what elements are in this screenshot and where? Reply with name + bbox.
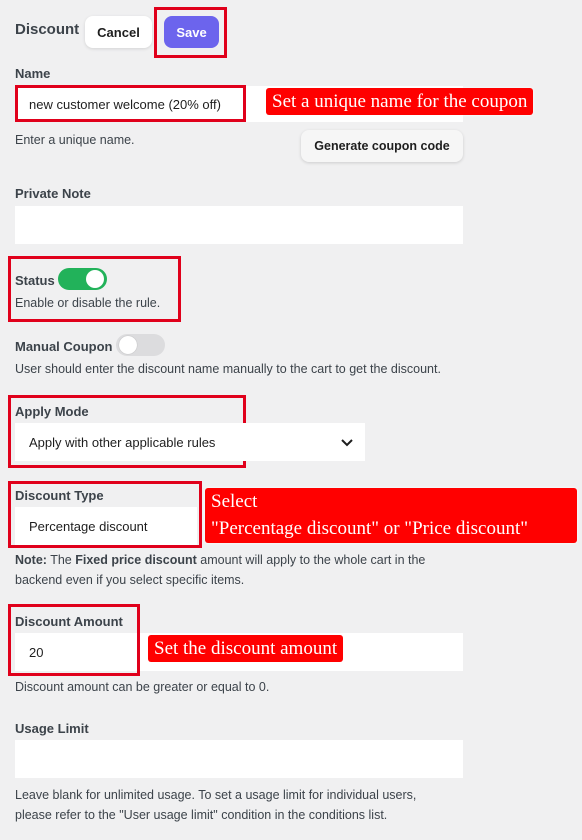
callout-line: Select — [211, 491, 258, 512]
page-title: Discount — [15, 21, 80, 38]
usage-limit-label: Usage Limit — [15, 721, 89, 736]
apply-mode-value: Apply with other applicable rules — [29, 434, 216, 450]
note-text: The — [46, 553, 76, 567]
save-highlight-box — [154, 7, 227, 58]
usage-limit-help-line: please refer to the "User usage limit" c… — [15, 808, 388, 822]
name-callout: Set a unique name for the coupon — [266, 88, 534, 115]
status-help: Enable or disable the rule. — [15, 296, 161, 310]
fixed-price-note: Note: The Fixed price discount amount wi… — [15, 550, 455, 590]
name-highlight-box — [15, 85, 246, 122]
note-line2: backend even if you select specific item… — [15, 573, 245, 587]
usage-limit-input[interactable] — [15, 740, 463, 778]
usage-limit-help: Leave blank for unlimited usage. To set … — [15, 785, 416, 825]
manual-coupon-label: Manual Coupon — [15, 339, 113, 354]
chevron-down-icon — [341, 439, 353, 447]
usage-limit-help-line: Leave blank for unlimited usage. To set … — [15, 788, 417, 802]
toggle-knob — [86, 270, 104, 288]
note-prefix: Note: — [15, 553, 47, 567]
discount-type-callout: Select "Percentage discount" or "Price d… — [205, 488, 577, 543]
generate-coupon-button[interactable]: Generate coupon code — [301, 130, 463, 162]
discount-amount-help: Discount amount can be greater or equal … — [15, 680, 270, 694]
private-note-input[interactable] — [15, 206, 463, 244]
note-emphasis: Fixed price discount — [75, 553, 197, 567]
private-note-label: Private Note — [15, 186, 91, 201]
manual-coupon-help: User should enter the discount name manu… — [15, 362, 441, 376]
note-text: amount will apply to the whole cart in t… — [196, 553, 426, 567]
name-help: Enter a unique name. — [15, 133, 135, 147]
discount-type-label: Discount Type — [15, 488, 104, 503]
toggle-knob — [119, 336, 137, 354]
status-label: Status — [15, 273, 55, 288]
discount-type-select[interactable]: Percentage discount — [15, 507, 197, 545]
manual-coupon-toggle[interactable] — [116, 334, 165, 356]
apply-mode-select[interactable]: Apply with other applicable rules — [15, 423, 365, 461]
callout-line: "Percentage discount" or "Price discount… — [211, 518, 528, 539]
status-toggle[interactable] — [58, 268, 107, 290]
discount-amount-label: Discount Amount — [15, 614, 123, 629]
apply-mode-label: Apply Mode — [15, 404, 89, 419]
discount-amount-callout: Set the discount amount — [148, 635, 344, 662]
cancel-button[interactable]: Cancel — [85, 16, 152, 48]
name-label: Name — [15, 66, 51, 81]
